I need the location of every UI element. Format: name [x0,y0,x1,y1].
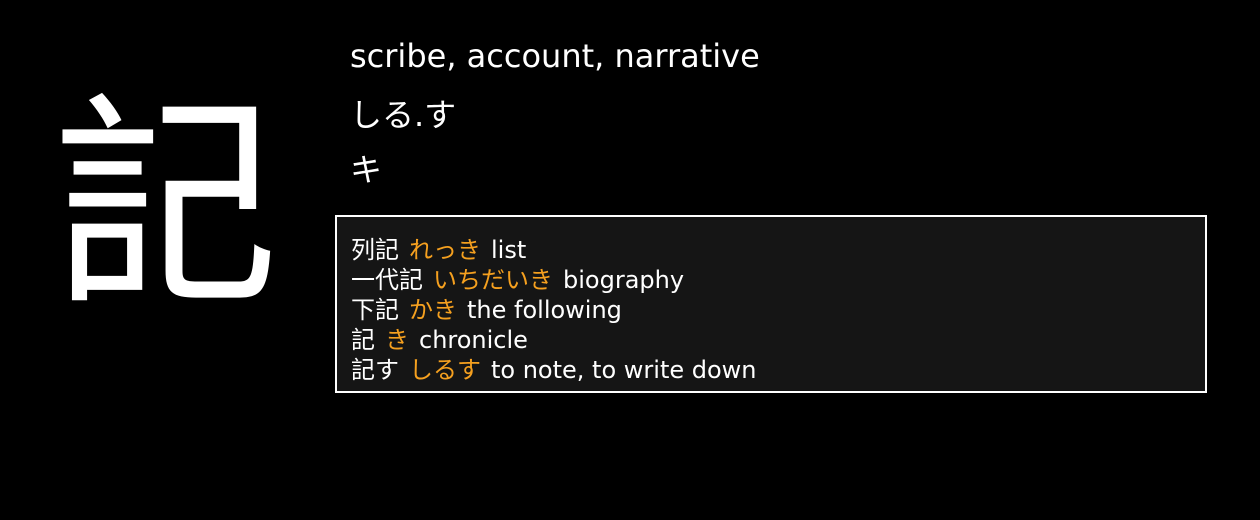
example-reading: き [385,326,409,354]
example-word: 記 [351,326,375,354]
example-reading: しるす [409,356,481,384]
example-words-panel: 列記 れっき list 一代記 いちだいき biography 下記 かき the foll… [335,215,1207,393]
example-row: 一代記 いちだいき biography [351,265,1205,295]
on-reading: キ [350,151,383,189]
example-row: 記き chronicle [351,325,1205,355]
kanji-character: 記 [52,75,279,338]
example-gloss: to note, to write down [491,356,757,384]
example-row: 下記 かき the following [351,295,1205,325]
kanji-meanings: scribe, account, narrative [350,37,760,75]
example-word: 下記 [351,296,399,324]
example-word: 一代記 [351,266,423,294]
example-gloss: list [491,236,527,264]
example-gloss: the following [467,296,622,324]
example-row: 記す しるす to note, to write down [351,355,1205,385]
example-word: 列記 [351,236,399,264]
kun-reading: しる.す [350,96,457,134]
example-gloss: chronicle [419,326,528,354]
example-gloss: biography [563,266,685,294]
example-row: 列記 れっき list [351,235,1205,265]
example-reading: いちだいき [433,266,553,294]
example-reading: れっき [409,236,481,264]
example-word: 記す [351,356,399,384]
example-reading: かき [409,296,457,324]
